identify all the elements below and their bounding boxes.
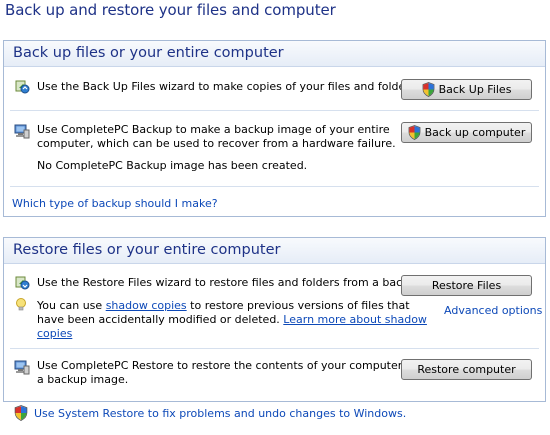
divider <box>10 186 539 187</box>
page-title: Back up and restore your files and compu… <box>5 1 336 19</box>
uac-shield-icon <box>422 82 435 97</box>
restore-files-button[interactable]: Restore Files <box>401 275 532 296</box>
restore-panel-header: Restore files or your entire computer <box>4 238 545 264</box>
backup-computer-text-2: computer, which can be used to recover f… <box>37 137 396 150</box>
backup-type-help-link[interactable]: Which type of backup should I make? <box>12 197 218 210</box>
backup-computer-text-1: Use CompletePC Backup to make a backup i… <box>37 123 390 136</box>
back-up-files-label: Back Up Files <box>438 83 512 96</box>
restore-computer-text-2: a backup image. <box>37 373 129 386</box>
restore-computer-button[interactable]: Restore computer <box>401 359 532 380</box>
system-restore-link[interactable]: Use System Restore to fix problems and u… <box>34 407 406 420</box>
restore-computer-label: Restore computer <box>417 363 516 376</box>
tip-text-pre: You can use <box>37 299 106 312</box>
system-restore-shield-icon <box>14 405 30 421</box>
back-up-computer-label: Back up computer <box>424 126 526 139</box>
backup-files-text: Use the Back Up Files wizard to make cop… <box>37 80 420 93</box>
restore-files-text: Use the Restore Files wizard to restore … <box>37 276 426 289</box>
divider <box>10 348 539 349</box>
computer-backup-icon <box>14 123 30 139</box>
advanced-options-link[interactable]: Advanced options <box>444 304 542 317</box>
back-up-computer-button[interactable]: Back up computer <box>401 122 532 143</box>
uac-shield-icon <box>408 125 421 140</box>
tip-text-line2: have been accidentally modified or delet… <box>37 313 284 326</box>
tip-text-mid: to restore previous versions of files th… <box>186 299 410 312</box>
restore-files-icon <box>14 274 30 290</box>
learn-more-shadow-link-cont[interactable]: copies <box>37 327 72 340</box>
shadow-copies-link[interactable]: shadow copies <box>106 299 187 312</box>
back-up-files-button[interactable]: Back Up Files <box>401 79 532 100</box>
restore-computer-text-1: Use CompletePC Restore to restore the co… <box>37 359 432 372</box>
computer-restore-icon <box>14 359 30 375</box>
backup-panel-header: Back up files or your entire computer <box>4 41 545 67</box>
divider <box>10 110 539 111</box>
restore-panel: Restore files or your entire computer Us… <box>3 237 546 402</box>
backup-panel: Back up files or your entire computer Us… <box>3 40 546 217</box>
backup-computer-status: No CompletePC Backup image has been crea… <box>37 159 308 172</box>
restore-files-label: Restore Files <box>431 279 502 292</box>
backup-files-icon <box>14 78 30 94</box>
learn-more-shadow-link[interactable]: Learn more about shadow <box>283 313 427 326</box>
lightbulb-icon <box>14 297 30 313</box>
